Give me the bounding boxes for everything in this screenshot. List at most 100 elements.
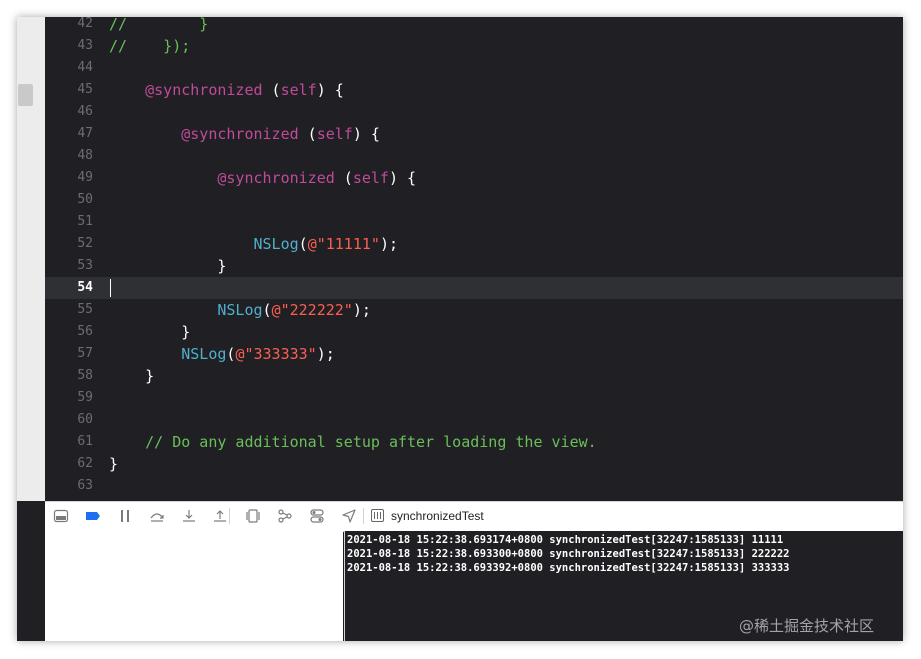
xcode-window: 42// } 43// }); 44 45 @synchronized (self) …	[17, 17, 903, 641]
code-comment: // Do any additional setup after loading…	[145, 433, 597, 451]
line-number[interactable]: 59	[45, 387, 93, 409]
code-text: (	[298, 235, 308, 253]
code-content: // Do any additional setup after loading…	[109, 431, 597, 453]
code-text: }	[109, 257, 227, 275]
source-editor[interactable]: 42// } 43// }); 44 45 @synchronized (self) …	[45, 17, 903, 501]
code-line[interactable]: 52 NSLog(@"11111");	[45, 233, 903, 255]
code-line[interactable]: 55 NSLog(@"222222");	[45, 299, 903, 321]
code-text: }	[109, 455, 119, 473]
code-line[interactable]: 48	[45, 145, 903, 167]
code-line[interactable]: 49 @synchronized (self) {	[45, 167, 903, 189]
code-content: }	[109, 255, 226, 277]
toolbar-separator	[229, 508, 230, 524]
code-line[interactable]: 53 }	[45, 255, 903, 277]
code-line[interactable]: 54	[45, 277, 903, 299]
code-line[interactable]: 59	[45, 387, 903, 409]
environment-overrides-icon[interactable]	[309, 508, 325, 524]
app-target-icon	[371, 509, 384, 522]
line-number[interactable]: 49	[45, 167, 93, 189]
code-content: @synchronized (self) {	[109, 123, 380, 145]
code-text: );	[316, 345, 335, 363]
code-text: );	[352, 301, 371, 319]
line-number[interactable]: 54	[45, 277, 93, 299]
code-line[interactable]: 61 // Do any additional setup after load…	[45, 431, 903, 453]
step-into-icon[interactable]	[181, 508, 197, 524]
watermark: @稀土掘金技术社区	[739, 617, 875, 635]
line-number[interactable]: 57	[45, 343, 93, 365]
code-line[interactable]: 58 }	[45, 365, 903, 387]
toolbar-separator	[363, 508, 364, 524]
code-text: ) {	[316, 81, 344, 99]
line-number[interactable]: 58	[45, 365, 93, 387]
code-content: }	[109, 321, 190, 343]
minimap-scroll-thumb[interactable]	[18, 84, 33, 106]
code-line[interactable]: 44	[45, 57, 903, 79]
line-number[interactable]: 63	[45, 475, 93, 497]
code-text: (	[298, 125, 317, 143]
memory-graph-icon[interactable]	[277, 508, 293, 524]
code-line[interactable]: 45 @synchronized (self) {	[45, 79, 903, 101]
line-number[interactable]: 43	[45, 35, 93, 57]
code-line[interactable]: 47 @synchronized (self) {	[45, 123, 903, 145]
line-number[interactable]: 47	[45, 123, 93, 145]
line-number[interactable]: 56	[45, 321, 93, 343]
console-log-line: 2021-08-18 15:22:38.693392+0800 synchron…	[347, 562, 790, 574]
code-line[interactable]: 57 NSLog(@"333333");	[45, 343, 903, 365]
self-keyword: self	[280, 81, 317, 99]
code-content: @synchronized (self) {	[109, 167, 416, 189]
code-text: (	[262, 301, 272, 319]
code-line[interactable]: 46	[45, 101, 903, 123]
line-number[interactable]: 48	[45, 145, 93, 167]
function-name: NSLog	[181, 345, 227, 363]
code-line[interactable]: 50	[45, 189, 903, 211]
self-keyword: self	[352, 169, 389, 187]
code-line[interactable]: 63	[45, 475, 903, 497]
line-number[interactable]: 55	[45, 299, 93, 321]
line-number[interactable]: 52	[45, 233, 93, 255]
synchronized-directive: @synchronized	[181, 125, 299, 143]
simulate-location-icon[interactable]	[341, 508, 357, 524]
line-number[interactable]: 44	[45, 57, 93, 79]
function-name: NSLog	[217, 301, 263, 319]
line-number[interactable]: 53	[45, 255, 93, 277]
line-number[interactable]: 46	[45, 101, 93, 123]
code-line[interactable]: 43 // });	[45, 35, 903, 57]
hide-debug-area-icon[interactable]	[53, 508, 69, 524]
step-over-icon[interactable]	[149, 508, 165, 524]
line-number[interactable]: 51	[45, 211, 93, 233]
debug-view-hierarchy-icon[interactable]	[245, 508, 261, 524]
code-comment: // });	[109, 37, 191, 55]
synchronized-directive: @synchronized	[217, 169, 335, 187]
code-line[interactable]: 56 }	[45, 321, 903, 343]
code-line[interactable]: 62}	[45, 453, 903, 475]
line-number[interactable]: 61	[45, 431, 93, 453]
editor-minimap[interactable]	[17, 17, 45, 501]
pause-continue-icon[interactable]	[117, 508, 133, 524]
line-number[interactable]: 62	[45, 453, 93, 475]
step-out-icon[interactable]	[212, 508, 228, 524]
line-number[interactable]: 50	[45, 189, 93, 211]
line-number[interactable]: 42	[45, 17, 93, 35]
code-content: @synchronized (self) {	[109, 79, 344, 101]
code-content: }	[109, 365, 154, 387]
code-content: // });	[109, 35, 190, 57]
function-name: NSLog	[253, 235, 299, 253]
code-text: (	[262, 81, 281, 99]
code-line[interactable]: 42 // }	[45, 17, 903, 35]
string-literal: @"222222"	[271, 301, 353, 319]
line-number[interactable]: 60	[45, 409, 93, 431]
code-text: ) {	[352, 125, 380, 143]
code-content: NSLog(@"11111");	[109, 233, 399, 255]
variables-view[interactable]	[45, 531, 343, 641]
breakpoints-toggle-icon[interactable]	[85, 508, 101, 524]
code-line[interactable]: 60	[45, 409, 903, 431]
console-log-line: 2021-08-18 15:22:38.693300+0800 synchron…	[347, 548, 790, 560]
code-line[interactable]: 51	[45, 211, 903, 233]
code-content: }	[109, 453, 118, 475]
line-number[interactable]: 45	[45, 79, 93, 101]
